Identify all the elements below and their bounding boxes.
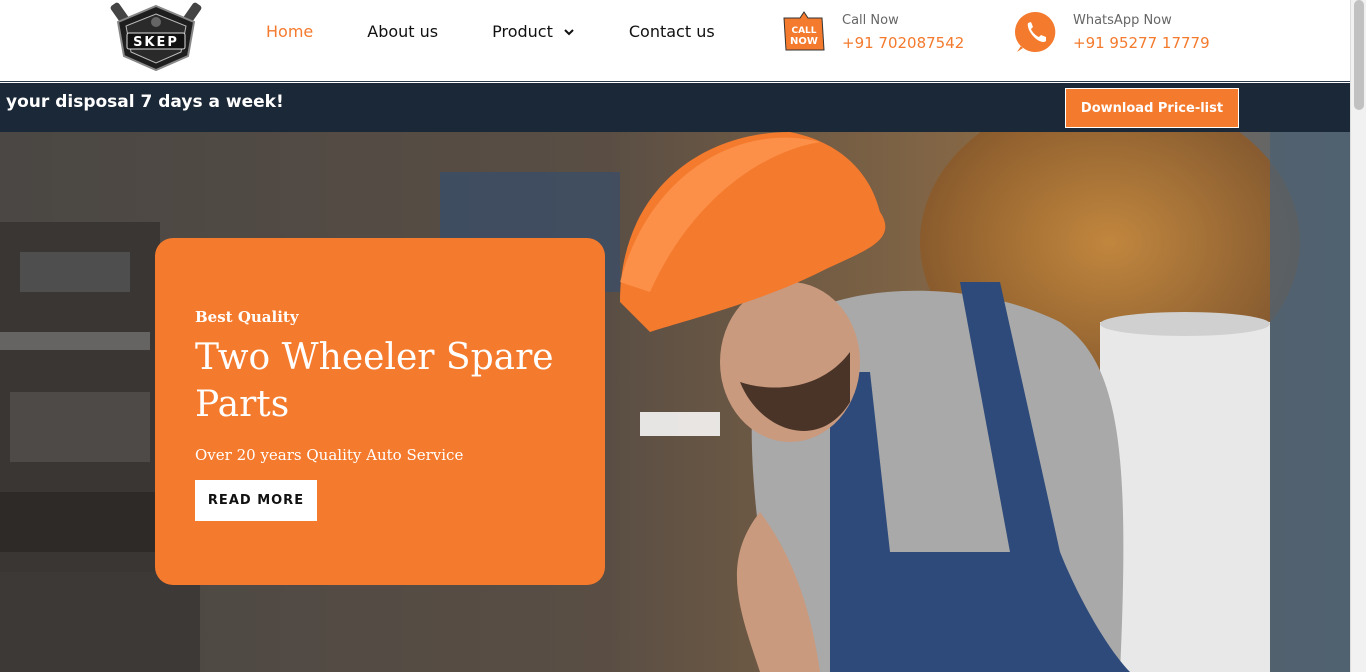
whatsapp-number[interactable]: +91 95277 17779: [1073, 34, 1210, 52]
nav-product[interactable]: Product: [492, 22, 575, 41]
call-now-label: Call Now: [842, 12, 899, 28]
call-now-block[interactable]: CALL NOW Call Now +91 702087542: [782, 10, 964, 54]
hero-subtitle: Over 20 years Quality Auto Service: [195, 446, 464, 464]
whatsapp-text: WhatsApp Now +91 95277 17779: [1073, 13, 1210, 52]
site-header: SKEP Home About us Product Contact us CA…: [0, 0, 1350, 82]
nav-about[interactable]: About us: [367, 22, 438, 41]
announcement-ticker: t your disposal 7 days a week!: [0, 92, 284, 112]
download-price-list-button[interactable]: Download Price-list: [1065, 88, 1239, 128]
page-scrollbar[interactable]: [1350, 0, 1366, 672]
nav-contact-label: Contact us: [628, 22, 715, 41]
svg-text:NOW: NOW: [790, 36, 818, 47]
read-more-button[interactable]: READ MORE: [195, 480, 317, 521]
whatsapp-label: WhatsApp Now: [1073, 12, 1172, 28]
hero-section: Best Quality Two Wheeler Spare Parts Ove…: [0, 132, 1350, 672]
nav-product-label: Product: [492, 22, 553, 41]
nav-home-label: Home: [266, 22, 314, 41]
scrollbar-thumb[interactable]: [1354, 0, 1364, 110]
call-now-text: Call Now +91 702087542: [842, 13, 964, 52]
announcement-bar: t your disposal 7 days a week! Download …: [0, 83, 1350, 132]
logo-icon: SKEP: [110, 2, 202, 72]
site-logo[interactable]: SKEP: [110, 0, 202, 72]
call-now-icon: CALL NOW: [783, 11, 825, 51]
whatsapp-icon: [1015, 11, 1056, 52]
nav-home[interactable]: Home: [266, 22, 313, 41]
whatsapp-block[interactable]: WhatsApp Now +91 95277 17779: [1013, 10, 1210, 54]
hero-title: Two Wheeler Spare Parts: [195, 337, 554, 425]
hero-card: Best Quality Two Wheeler Spare Parts Ove…: [155, 238, 605, 585]
call-now-number[interactable]: +91 702087542: [842, 34, 964, 52]
nav-contact[interactable]: Contact us: [629, 22, 715, 41]
hero-eyebrow: Best Quality: [195, 308, 299, 326]
svg-text:CALL: CALL: [791, 26, 816, 36]
chevron-down-icon: [564, 28, 574, 35]
logo-text: SKEP: [133, 35, 179, 50]
nav-about-label: About us: [367, 22, 439, 41]
main-nav: Home About us Product Contact us: [266, 22, 769, 41]
